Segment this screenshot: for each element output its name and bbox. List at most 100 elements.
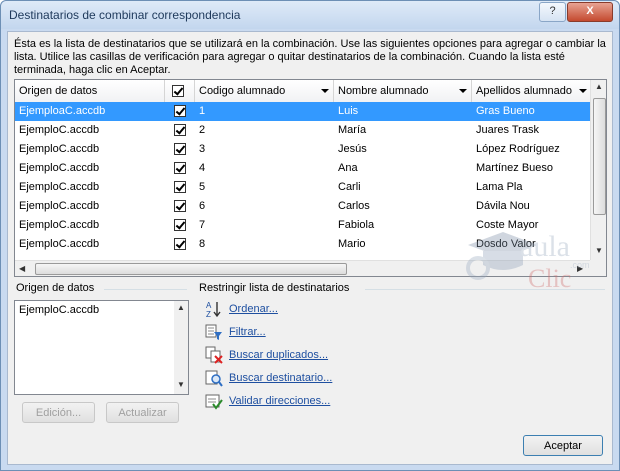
- cell-include: [165, 197, 195, 216]
- find-recipient-link-label[interactable]: Buscar destinatario...: [229, 372, 332, 384]
- horizontal-scroll-thumb[interactable]: [35, 263, 347, 275]
- include-checkbox[interactable]: [174, 143, 186, 155]
- cell-name: Carli: [338, 181, 361, 193]
- cell-code: 6: [199, 200, 206, 212]
- cell-surname: Juares Trask: [476, 124, 539, 136]
- scroll-down-arrow-icon[interactable]: ▼: [177, 380, 185, 389]
- include-checkbox[interactable]: [174, 124, 186, 136]
- table-row[interactable]: EjemploC.accdb 6 Carlos Dávila Nou: [15, 197, 590, 216]
- cell-name: Ana: [338, 162, 358, 174]
- cell-code: 2: [199, 124, 206, 136]
- cell-source: EjemploC.accdb: [19, 124, 100, 136]
- sort-link-label[interactable]: Ordenar...: [229, 303, 278, 315]
- refresh-button[interactable]: Actualizar: [106, 402, 179, 423]
- column-header-name[interactable]: Nombre alumnado: [334, 80, 472, 102]
- mail-merge-recipients-dialog: Destinatarios de combinar correspondenci…: [0, 0, 620, 471]
- cell-surname: Martínez Bueso: [476, 162, 554, 174]
- dialog-title: Destinatarios de combinar correspondenci…: [9, 8, 241, 22]
- find-duplicates-icon: [205, 346, 223, 364]
- svg-text:Z: Z: [206, 310, 211, 318]
- column-header-label: Origen de datos: [19, 85, 98, 97]
- include-checkbox[interactable]: [174, 105, 186, 117]
- sort-az-icon: A Z: [206, 301, 221, 318]
- table-row[interactable]: EjemploaC.accdb 1 Luis Gras Bueno: [15, 102, 590, 121]
- include-checkbox[interactable]: [174, 200, 186, 212]
- cell-code: 8: [199, 238, 206, 250]
- cell-source: EjemploC.accdb: [19, 200, 100, 212]
- divider: [104, 289, 187, 290]
- dialog-body: Ésta es la lista de destinatarios que se…: [7, 31, 613, 465]
- find-duplicates-link-label[interactable]: Buscar duplicados...: [229, 349, 328, 361]
- include-checkbox[interactable]: [174, 181, 186, 193]
- cell-source: EjemploaC.accdb: [19, 105, 106, 117]
- dropdown-arrow-icon[interactable]: [321, 89, 329, 93]
- cell-name: Carlos: [338, 200, 370, 212]
- cell-code: 7: [199, 219, 206, 231]
- vertical-scroll-thumb[interactable]: [593, 98, 606, 215]
- aulaclic-watermark: aula .com Clic: [438, 220, 598, 300]
- column-header-label: Codigo alumnado: [199, 85, 286, 97]
- cell-code: 4: [199, 162, 206, 174]
- select-all-checkbox[interactable]: [172, 85, 184, 97]
- column-header-label: Nombre alumnado: [338, 85, 429, 97]
- include-checkbox[interactable]: [174, 238, 186, 250]
- cell-include: [165, 102, 195, 121]
- table-row[interactable]: EjemploC.accdb 5 Carli Lama Pla: [15, 178, 590, 197]
- cell-include: [165, 140, 195, 159]
- ok-button[interactable]: Aceptar: [523, 435, 603, 456]
- scroll-left-arrow-icon[interactable]: ◀: [19, 264, 25, 273]
- include-checkbox[interactable]: [174, 162, 186, 174]
- cell-source: EjemploC.accdb: [19, 219, 100, 231]
- cell-source: EjemploC.accdb: [19, 181, 100, 193]
- cell-include: [165, 178, 195, 197]
- cell-include: [165, 216, 195, 235]
- dropdown-arrow-icon[interactable]: [459, 89, 467, 93]
- title-bar: Destinatarios de combinar correspondenci…: [1, 1, 619, 29]
- data-source-label: Origen de datos: [16, 282, 95, 294]
- cell-source: EjemploC.accdb: [19, 238, 100, 250]
- cell-surname: Gras Bueno: [476, 105, 535, 117]
- filter-icon: [205, 324, 222, 340]
- scroll-up-arrow-icon[interactable]: ▲: [595, 82, 603, 91]
- scroll-up-arrow-icon[interactable]: ▲: [177, 303, 185, 312]
- column-header-source[interactable]: Origen de datos: [15, 80, 165, 102]
- watermark-text-aula: aula: [520, 230, 570, 263]
- edit-button[interactable]: Edición...: [22, 402, 95, 423]
- validate-addresses-link-label[interactable]: Validar direcciones...: [229, 395, 330, 407]
- help-button[interactable]: ?: [539, 2, 566, 22]
- column-header-check[interactable]: [165, 80, 195, 102]
- cell-code: 1: [199, 105, 206, 117]
- column-header-surname[interactable]: Apellidos alumnado: [472, 80, 598, 102]
- column-header-code[interactable]: Codigo alumnado: [195, 80, 334, 102]
- cell-code: 5: [199, 181, 206, 193]
- cell-source: EjemploC.accdb: [19, 143, 100, 155]
- cell-surname: López Rodríguez: [476, 143, 560, 155]
- table-row[interactable]: EjemploC.accdb 3 Jesús López Rodríguez: [15, 140, 590, 159]
- refine-list-label: Restringir lista de destinatarios: [199, 282, 350, 294]
- column-header-label: Apellidos alumnado: [476, 85, 573, 97]
- cell-surname: Lama Pla: [476, 181, 523, 193]
- table-row[interactable]: EjemploC.accdb 2 María Juares Trask: [15, 121, 590, 140]
- cell-name: Jesús: [338, 143, 367, 155]
- cell-include: [165, 121, 195, 140]
- instructions-text: Ésta es la lista de destinatarios que se…: [14, 38, 606, 76]
- dropdown-arrow-icon[interactable]: [579, 89, 587, 93]
- data-source-list[interactable]: EjemploC.accdb ▲ ▼: [14, 300, 189, 395]
- include-checkbox[interactable]: [174, 219, 186, 231]
- grid-header: Origen de datos Codigo alumnado Nombre a…: [15, 80, 598, 103]
- table-row[interactable]: EjemploC.accdb 4 Ana Martínez Bueso: [15, 159, 590, 178]
- data-source-item[interactable]: EjemploC.accdb: [19, 304, 99, 316]
- close-button[interactable]: X: [567, 2, 613, 22]
- cell-code: 3: [199, 143, 206, 155]
- filter-link-label[interactable]: Filtrar...: [229, 326, 266, 338]
- cell-include: [165, 159, 195, 178]
- validate-addresses-icon: [205, 394, 223, 410]
- cell-name: María: [338, 124, 367, 136]
- cell-surname: Dávila Nou: [476, 200, 530, 212]
- list-scrollbar[interactable]: ▲ ▼: [174, 301, 188, 394]
- watermark-text-clic: Clic: [528, 264, 572, 293]
- watermark-text-suffix: .com: [570, 260, 590, 270]
- cell-source: EjemploC.accdb: [19, 162, 100, 174]
- cell-include: [165, 235, 195, 254]
- svg-text:A: A: [206, 301, 212, 310]
